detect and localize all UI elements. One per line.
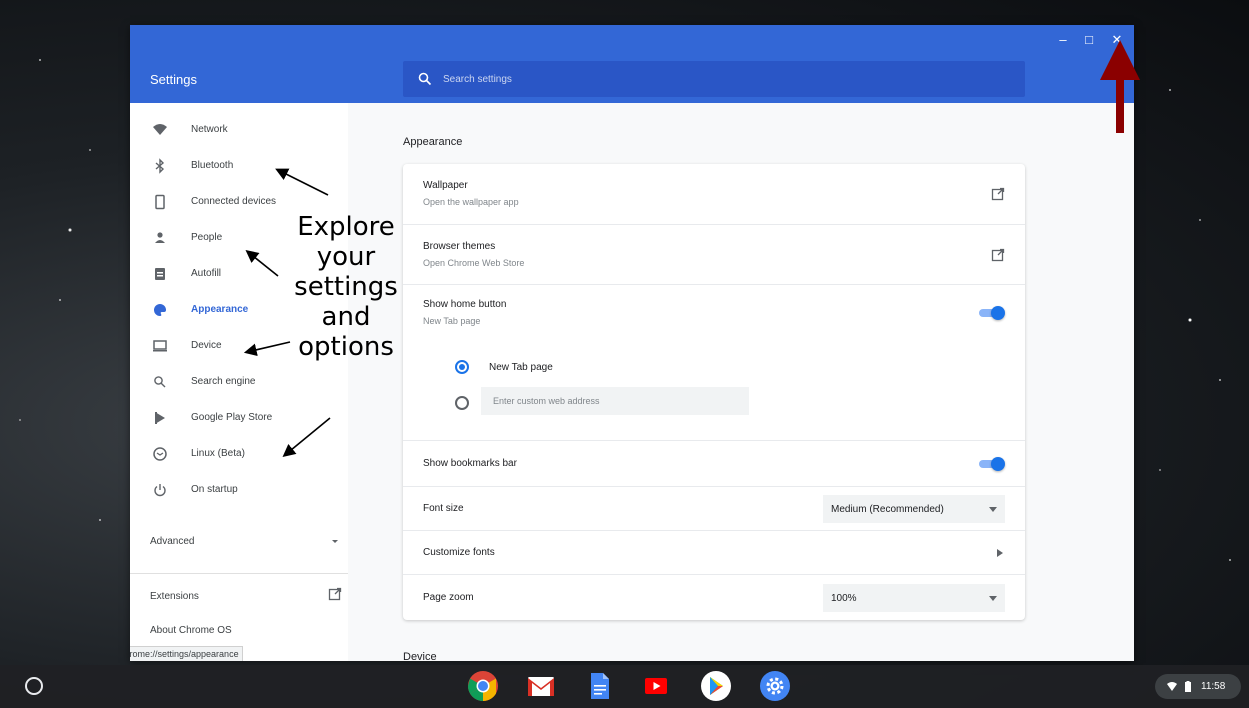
sidebar-item-label: Autofill [191,268,222,279]
bluetooth-icon [155,158,165,174]
minimize-button[interactable]: – [1054,31,1072,49]
sidebar-item-network[interactable]: Network [130,115,348,145]
search-icon [154,376,166,388]
launcher-button[interactable] [25,677,43,695]
about-chrome-os-link[interactable]: About Chrome OS [150,625,232,636]
annotation-text: Explore your settings and options [276,212,416,362]
section-title-appearance: Appearance [403,136,463,148]
status-tray[interactable]: 11:58 [1155,674,1241,699]
sidebar-item-label: On startup [191,484,238,495]
page-zoom-value: 100% [831,593,857,604]
chevron-right-icon [997,549,1003,557]
sidebar-item-label: People [191,232,223,243]
system-shelf: 11:58 [0,665,1249,708]
chevron-down-icon[interactable] [330,536,340,546]
annotation-line: options [298,332,394,362]
bookmarks-bar-row: Show bookmarks bar [403,440,1025,486]
wallpaper-title: Wallpaper [423,180,468,191]
sidebar-item-search-engine[interactable]: Search engine [130,367,348,397]
sidebar-item-linux[interactable]: Linux (Beta) [130,439,348,469]
sidebar-item-label: Linux (Beta) [191,448,245,459]
palette-icon [154,304,166,316]
chevron-down-icon [989,507,997,512]
gmail-icon[interactable] [525,670,557,702]
person-icon [155,232,165,243]
customize-fonts-title: Customize fonts [423,547,495,558]
home-button-row: Show home button New Tab page New Tab pa… [403,284,1025,440]
page-zoom-title: Page zoom [423,592,474,603]
font-size-title: Font size [423,503,464,514]
sidebar-item-label: Device [191,340,222,351]
appearance-card: Wallpaper Open the wallpaper app Browser… [403,164,1025,620]
docs-icon[interactable] [583,670,615,702]
divider [130,573,348,574]
sidebar: Network Bluetooth Connected devices Peop… [130,103,348,661]
annotation-line: your [316,242,376,272]
sidebar-item-label: Bluetooth [191,160,234,171]
play-store-icon [155,412,165,424]
sidebar-item-google-play-store[interactable]: Google Play Store [130,403,348,433]
sidebar-item-bluetooth[interactable]: Bluetooth [130,151,348,181]
annotation-line: Explore [297,212,395,242]
advanced-toggle[interactable]: Advanced [150,536,194,547]
radio-custom-address[interactable] [455,396,469,410]
sidebar-item-label: Appearance [191,304,249,315]
home-button-toggle[interactable] [977,306,1005,320]
clipboard-icon [155,268,165,280]
browser-themes-title: Browser themes [423,241,496,252]
bookmarks-bar-title: Show bookmarks bar [423,458,517,469]
browser-themes-subtitle: Open Chrome Web Store [423,258,525,268]
wallpaper-subtitle: Open the wallpaper app [423,197,519,207]
search-icon [418,72,432,86]
sidebar-item-on-startup[interactable]: On startup [130,475,348,505]
custom-web-address-input[interactable] [481,387,749,415]
open-in-new-icon[interactable] [328,587,342,601]
phone-icon [155,194,165,210]
radio-new-tab-page[interactable] [455,360,469,374]
page-title: Settings [150,72,197,87]
home-button-title: Show home button [423,299,507,310]
chevron-down-icon [989,596,997,601]
wifi-icon [1167,682,1177,691]
bookmarks-bar-toggle[interactable] [977,457,1005,471]
open-in-new-icon[interactable] [991,187,1005,201]
settings-header: Settings [130,55,1134,103]
clock: 11:58 [1201,681,1226,692]
open-in-new-icon[interactable] [991,248,1005,262]
settings-app-icon[interactable] [759,670,791,702]
battery-icon [1185,681,1191,692]
play-store-icon[interactable] [700,670,732,702]
search-input[interactable] [443,70,1003,88]
extensions-link[interactable]: Extensions [150,591,199,602]
page-zoom-select[interactable]: 100% [823,584,1005,612]
sidebar-item-label: Connected devices [191,196,277,207]
youtube-icon[interactable] [640,670,672,702]
radio-new-tab-label: New Tab page [489,362,553,373]
linux-icon [153,447,167,461]
maximize-button[interactable]: □ [1080,31,1098,49]
font-size-value: Medium (Recommended) [831,504,944,515]
wifi-icon [153,124,167,135]
sidebar-item-label: Network [191,124,228,135]
browser-themes-row[interactable]: Browser themes Open Chrome Web Store [403,224,1025,284]
font-size-select[interactable]: Medium (Recommended) [823,495,1005,523]
sidebar-item-label: Search engine [191,376,256,387]
page-zoom-row: Page zoom 100% [403,574,1025,620]
window-titlebar: – □ ✕ [130,25,1134,55]
customize-fonts-row[interactable]: Customize fonts [403,530,1025,574]
power-icon [154,484,166,497]
close-button[interactable]: ✕ [1108,31,1126,49]
home-button-subtitle: New Tab page [423,316,481,326]
annotation-line: settings [294,272,398,302]
laptop-icon [153,340,167,352]
section-title-device: Device [403,651,437,661]
sidebar-item-label: Google Play Store [191,412,273,423]
wallpaper-row[interactable]: Wallpaper Open the wallpaper app [403,164,1025,224]
font-size-row: Font size Medium (Recommended) [403,486,1025,530]
chrome-icon[interactable] [467,670,499,702]
status-bar-url: chrome://settings/appearance [130,646,243,661]
search-box[interactable] [403,61,1025,97]
annotation-line: and [321,302,371,332]
